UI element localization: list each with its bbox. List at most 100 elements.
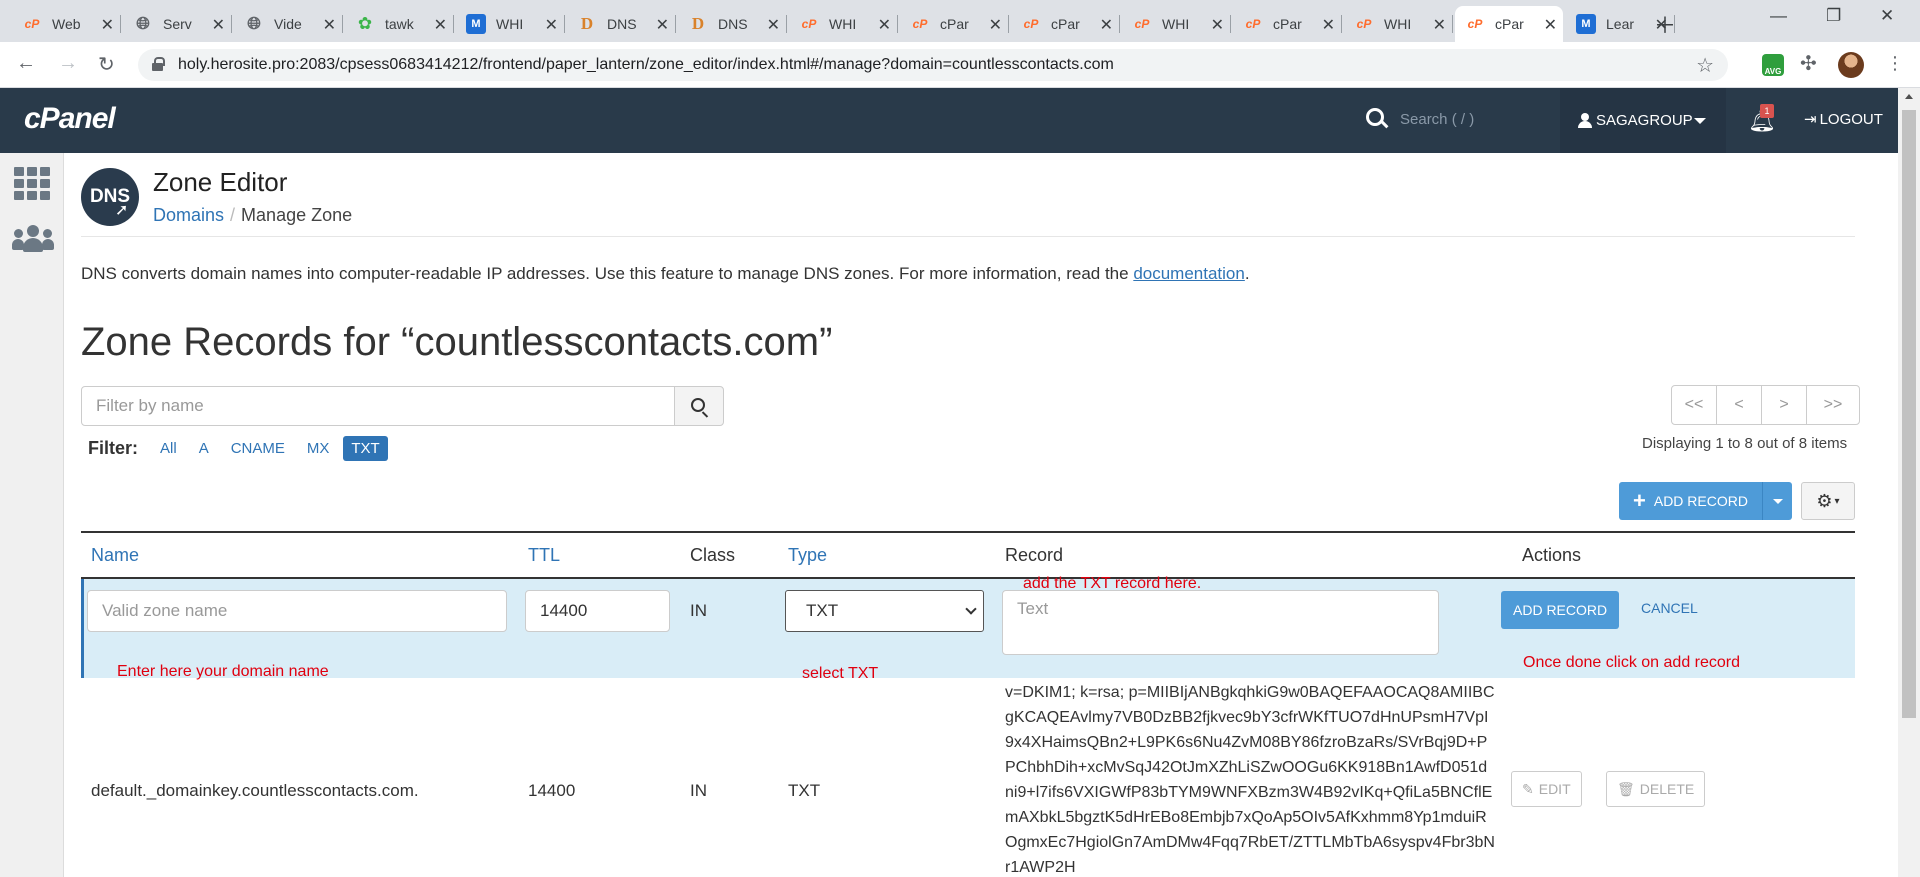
breadcrumb-separator: / — [230, 205, 236, 225]
record-ttl: 14400 — [528, 781, 576, 800]
bookmark-star-icon[interactable]: ☆ — [1696, 53, 1714, 78]
tab-separator — [1341, 15, 1342, 33]
tab-title: cPar — [940, 16, 969, 32]
avg-extension-icon[interactable]: AVG — [1762, 54, 1784, 76]
table-top-border — [81, 531, 1855, 533]
documentation-link[interactable]: documentation — [1133, 264, 1245, 283]
profile-avatar[interactable] — [1838, 52, 1864, 78]
extensions-puzzle-icon[interactable]: ✣ — [1800, 51, 1822, 75]
cpanel-logo[interactable]: cPanel — [24, 102, 116, 136]
scrollbar-thumb[interactable] — [1902, 110, 1916, 718]
browser-tab[interactable]: cP cPar ✕ — [1455, 6, 1563, 42]
header-type[interactable]: Type — [788, 545, 827, 566]
apps-grid-icon[interactable] — [14, 167, 50, 200]
reload-icon[interactable]: ↻ — [98, 52, 115, 77]
close-tab-icon[interactable]: ✕ — [545, 15, 558, 35]
scroll-up-arrow-icon[interactable] — [1905, 94, 1913, 99]
close-tab-icon[interactable]: ✕ — [434, 15, 447, 35]
new-tab-icon[interactable]: ＋ — [1654, 8, 1676, 40]
page-prev-button[interactable]: < — [1717, 386, 1762, 424]
browser-tab[interactable]: cP cPar ✕ — [900, 6, 1009, 42]
close-tab-icon[interactable]: ✕ — [212, 15, 225, 35]
back-icon[interactable]: ← — [16, 52, 36, 75]
chevron-down-icon: ▾ — [1834, 495, 1840, 507]
annotation-type-hint: select TXT — [802, 665, 879, 682]
logout-button[interactable]: ⇥ LOGOUT — [1804, 110, 1883, 129]
annotation-action-hint: Once done click on add record — [1523, 654, 1741, 671]
browser-tab[interactable]: cP WHI ✕ — [1122, 6, 1231, 42]
zone-name-input[interactable] — [87, 590, 507, 632]
browser-tab[interactable]: M WHI ✕ — [456, 6, 565, 42]
add-record-button[interactable]: + ADD RECORD — [1619, 482, 1762, 520]
submit-add-record-button[interactable]: ADD RECORD — [1501, 591, 1620, 629]
address-bar-row: ← → ↻ holy.herosite.pro:2083/cpsess06834… — [0, 42, 1920, 88]
close-tab-icon[interactable]: ✕ — [1433, 15, 1446, 35]
browser-tab[interactable]: cP cPar ✕ — [1011, 6, 1120, 42]
record-type-select[interactable]: TXT — [785, 590, 984, 632]
user-menu[interactable]: SAGAGROUP — [1560, 88, 1726, 153]
add-record-group: + ADD RECORD — [1619, 482, 1792, 520]
minimize-icon[interactable]: — — [1770, 6, 1787, 26]
close-window-icon[interactable]: ✕ — [1880, 6, 1894, 26]
close-tab-icon[interactable]: ✕ — [1211, 15, 1224, 35]
filter-txt[interactable]: TXT — [343, 436, 388, 461]
page-first-button[interactable]: << — [1672, 386, 1717, 424]
record-text-input[interactable] — [1002, 590, 1439, 655]
edit-button[interactable]: ✎ EDIT — [1511, 771, 1582, 807]
users-icon[interactable] — [12, 225, 54, 255]
filter-all[interactable]: All — [152, 436, 185, 461]
filter-search-button[interactable] — [674, 386, 724, 426]
close-tab-icon[interactable]: ✕ — [1544, 15, 1557, 35]
ttl-input[interactable]: 14400 — [525, 590, 670, 632]
browser-tab[interactable]: cP WHI ✕ — [1344, 6, 1453, 42]
tab-title: tawk — [385, 16, 414, 32]
lock-icon[interactable] — [152, 57, 165, 71]
browser-tab[interactable]: D DNS ✕ — [567, 6, 676, 42]
tab-title: Web — [52, 16, 81, 32]
browser-tab[interactable]: cP WHI ✕ — [789, 6, 898, 42]
header-ttl[interactable]: TTL — [528, 545, 560, 566]
filter-label: Filter: — [88, 438, 139, 458]
cancel-button[interactable]: CANCEL — [1641, 600, 1698, 616]
close-tab-icon[interactable]: ✕ — [656, 15, 669, 35]
filter-mx[interactable]: MX — [299, 436, 338, 461]
close-tab-icon[interactable]: ✕ — [989, 15, 1002, 35]
user-icon — [1578, 113, 1592, 128]
header-search-input[interactable]: Search ( / ) — [1400, 111, 1474, 128]
browser-menu-icon[interactable]: ⋮ — [1886, 53, 1908, 75]
page-scrollbar[interactable] — [1898, 88, 1920, 877]
tab-separator — [1230, 15, 1231, 33]
close-tab-icon[interactable]: ✕ — [1322, 15, 1335, 35]
browser-tab[interactable]: ✿ tawk ✕ — [345, 6, 454, 42]
browser-tab[interactable]: cP cPar ✕ — [1233, 6, 1342, 42]
browser-tab[interactable]: D DNS ✕ — [678, 6, 787, 42]
header-name[interactable]: Name — [91, 545, 139, 566]
logout-label: LOGOUT — [1819, 110, 1883, 128]
browser-tab[interactable]: 🌐︎ Serv ✕ — [123, 6, 232, 42]
close-tab-icon[interactable]: ✕ — [323, 15, 336, 35]
search-icon[interactable] — [1366, 108, 1388, 130]
close-tab-icon[interactable]: ✕ — [878, 15, 891, 35]
gear-icon: ⚙︎ — [1816, 490, 1833, 511]
page-last-button[interactable]: >> — [1807, 386, 1859, 424]
url-bar[interactable]: holy.herosite.pro:2083/cpsess0683414212/… — [138, 49, 1728, 81]
close-tab-icon[interactable]: ✕ — [101, 15, 114, 35]
close-tab-icon[interactable]: ✕ — [1100, 15, 1113, 35]
restore-icon[interactable]: ❐ — [1826, 6, 1841, 26]
close-tab-icon[interactable]: ✕ — [767, 15, 780, 35]
settings-gear-button[interactable]: ⚙︎ ▾ — [1801, 482, 1855, 520]
add-record-dropdown-toggle[interactable] — [1761, 482, 1792, 520]
globe-icon: 🌐︎ — [247, 14, 261, 33]
forward-icon[interactable]: → — [58, 52, 78, 75]
cpanel-favicon: cP — [1134, 17, 1150, 31]
browser-tab[interactable]: cP Web ✕ — [12, 6, 121, 42]
tab-separator — [342, 15, 343, 33]
filter-a[interactable]: A — [191, 436, 217, 461]
filter-cname[interactable]: CNAME — [223, 436, 293, 461]
browser-tab[interactable]: 🌐︎ Vide ✕ — [234, 6, 343, 42]
delete-button[interactable]: 🗑︎ DELETE — [1606, 771, 1706, 807]
breadcrumb-domains[interactable]: Domains — [153, 205, 224, 225]
filter-by-name-input[interactable] — [81, 386, 675, 426]
page-next-button[interactable]: > — [1762, 386, 1807, 424]
tab-separator — [231, 15, 232, 33]
